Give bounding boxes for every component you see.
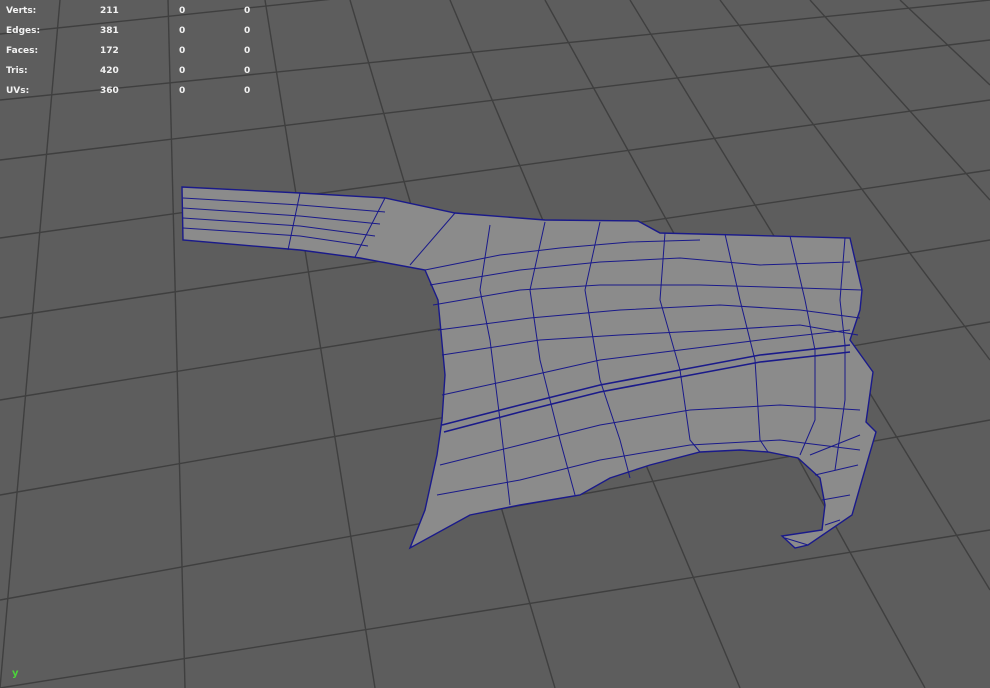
perspective-viewport[interactable] — [0, 0, 990, 688]
hud-selected: 0 — [179, 66, 186, 76]
hud-label: Faces: — [6, 46, 39, 56]
hud-label: Verts: — [6, 6, 37, 16]
hud-uv: 0 — [244, 86, 251, 96]
hud-uv: 0 — [244, 46, 251, 56]
hud-uv: 0 — [244, 26, 251, 36]
poly-count-hud: Verts: 211 0 0 Edges: 381 0 0 Faces: 172… — [6, 1, 266, 101]
hud-row-tris: Tris: 420 0 0 — [6, 61, 266, 81]
mesh-surface[interactable] — [181, 186, 877, 550]
hud-total: 360 — [100, 86, 119, 96]
hud-total: 172 — [100, 46, 119, 56]
hud-row-uvs: UVs: 360 0 0 — [6, 81, 266, 101]
hud-total: 211 — [100, 6, 119, 16]
hud-selected: 0 — [179, 86, 186, 96]
hud-row-verts: Verts: 211 0 0 — [6, 1, 266, 21]
axis-gizmo-y-icon: y — [12, 668, 19, 679]
hud-uv: 0 — [244, 6, 251, 16]
hud-label: Edges: — [6, 26, 41, 36]
hud-label: Tris: — [6, 66, 28, 76]
hud-row-faces: Faces: 172 0 0 — [6, 41, 266, 61]
hud-selected: 0 — [179, 46, 186, 56]
hud-total: 420 — [100, 66, 119, 76]
hud-row-edges: Edges: 381 0 0 — [6, 21, 266, 41]
hud-selected: 0 — [179, 26, 186, 36]
hud-label: UVs: — [6, 86, 30, 96]
hud-selected: 0 — [179, 6, 186, 16]
hud-uv: 0 — [244, 66, 251, 76]
polygon-mesh[interactable] — [181, 186, 877, 550]
hud-total: 381 — [100, 26, 119, 36]
viewport-canvas[interactable] — [0, 0, 990, 688]
